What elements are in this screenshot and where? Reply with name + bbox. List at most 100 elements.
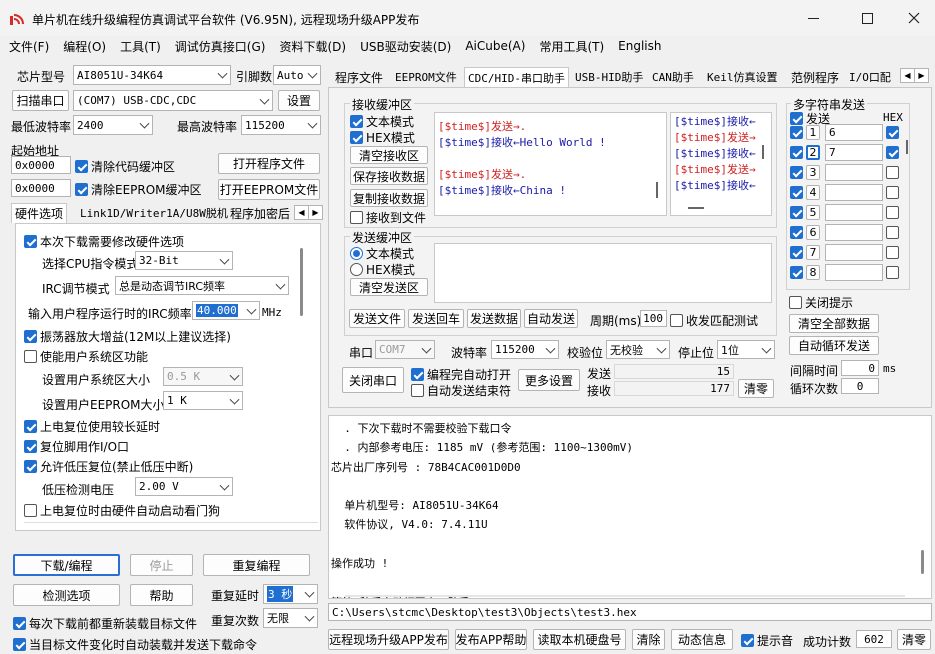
menu-item[interactable]: English <box>618 39 661 53</box>
multi-row-number[interactable]: 5 <box>806 205 820 220</box>
rx-scrollbar[interactable] <box>656 182 658 198</box>
low-voltage-reset-checkbox[interactable]: 允许低压复位(禁止低压中断) <box>24 458 193 475</box>
zero-success-button[interactable]: 清零 <box>897 629 931 650</box>
auto-open-checkbox[interactable]: 编程完自动打开 <box>411 366 511 383</box>
multi-row-hex-checkbox[interactable] <box>886 186 902 199</box>
output-log[interactable]: . 下次下载时不需要校验下载口令 . 内部参考电压: 1185 mV (参考范围… <box>328 415 932 599</box>
publish-app-button[interactable]: 远程现场升级APP发布 <box>328 629 449 650</box>
multi-row-number[interactable]: 4 <box>806 185 820 200</box>
tab-can[interactable]: CAN助手 <box>649 67 697 87</box>
multi-row-hex-checkbox[interactable] <box>886 166 902 179</box>
rx-hex-scrollbar[interactable] <box>762 145 764 159</box>
cpu-mode-select[interactable]: 32-Bit <box>135 251 233 270</box>
multi-row-hex-checkbox[interactable] <box>886 226 902 239</box>
osc-gain-checkbox[interactable]: 振荡器放大增益(12M以上建议选择) <box>24 328 231 345</box>
read-disk-id-button[interactable]: 读取本机硬盘号 <box>533 629 626 650</box>
right-tab-scroll-left-icon[interactable]: ◀ <box>900 68 915 83</box>
multi-row-hex-checkbox[interactable] <box>886 206 902 219</box>
tab-usb-hid[interactable]: USB-HID助手 <box>572 67 646 87</box>
multi-row-text-field[interactable]: 7 <box>825 144 883 161</box>
period-field[interactable]: 100 <box>640 310 667 327</box>
dynamic-info-button[interactable]: 动态信息 <box>671 629 733 650</box>
multi-row-text-field[interactable] <box>825 184 883 201</box>
menu-item[interactable]: 文件(F) <box>9 38 49 55</box>
code-address-field[interactable]: 0x0000 <box>11 156 71 174</box>
send-file-button[interactable]: 发送文件 <box>349 309 405 328</box>
menu-item[interactable]: 调试仿真接口(G) <box>175 38 266 55</box>
save-rx-button[interactable]: 保存接收数据 <box>350 167 428 185</box>
log-scrollbar[interactable] <box>921 550 924 574</box>
rx-hex-mode-checkbox[interactable]: HEX模式 <box>350 129 415 146</box>
stop-bits-select[interactable]: 1位 <box>717 340 775 359</box>
multi-row-send-checkbox[interactable] <box>790 166 806 179</box>
reprogram-button[interactable]: 重复编程 <box>203 554 310 576</box>
multi-row-number[interactable]: 8 <box>806 265 820 280</box>
loop-count-field[interactable]: 0 <box>841 378 879 394</box>
clear-tx-button[interactable]: 清空发送区 <box>350 278 428 296</box>
menu-item[interactable]: USB驱动安装(D) <box>360 38 451 55</box>
multi-row-hex-checkbox[interactable] <box>886 266 902 279</box>
download-button[interactable]: 下载/编程 <box>13 554 120 576</box>
tab-examples[interactable]: 范例程序 <box>788 67 842 87</box>
menu-item[interactable]: 资料下载(D) <box>279 38 346 55</box>
hardware-options-scrollbar[interactable] <box>300 248 303 316</box>
tab-scroll-left-icon[interactable]: ◀ <box>294 205 309 220</box>
menu-item[interactable]: AiCube(A) <box>465 39 525 53</box>
chip-type-select[interactable]: AI8051U-34K64 <box>73 65 231 85</box>
multi-row-text-field[interactable] <box>825 204 883 221</box>
scan-port-button[interactable]: 扫描串口 <box>12 90 69 111</box>
clear-all-data-button[interactable]: 清空全部数据 <box>789 314 879 333</box>
tab-io-config[interactable]: I/O口配 <box>846 67 894 87</box>
irc-mode-select[interactable]: 总是动态调节IRC频率 <box>115 276 289 295</box>
beep-checkbox[interactable]: 提示音 <box>741 632 793 649</box>
tx-text-area[interactable] <box>434 243 772 303</box>
serial-port-select[interactable]: COM7 <box>375 340 435 359</box>
tab-offline-writer[interactable]: Link1D/Writer1A/U8W脱机 <box>77 203 231 223</box>
tab-eeprom-file[interactable]: EEPROM文件 <box>392 67 460 87</box>
multi-scrollbar[interactable] <box>906 140 908 154</box>
log-hscrollbar[interactable] <box>345 595 905 597</box>
maximize-button[interactable] <box>862 13 873 24</box>
tab-program-encrypt[interactable]: 程序加密后 <box>227 203 293 223</box>
multi-row-hex-checkbox[interactable] <box>886 146 902 159</box>
tab-hardware-options[interactable]: 硬件选项 <box>11 203 68 223</box>
pin-count-select[interactable]: Auto <box>273 65 321 85</box>
tab-program-file[interactable]: 程序文件 <box>332 67 386 87</box>
rx-hex-hscrollbar[interactable] <box>688 207 704 209</box>
interval-field[interactable]: 0 <box>841 360 879 376</box>
hw-panel-hscroll[interactable] <box>24 522 318 527</box>
tx-text-mode-radio[interactable]: 文本模式 <box>350 245 414 262</box>
parity-select[interactable]: 无校验 <box>606 340 670 359</box>
user-sys-size-select[interactable]: 0.5 K <box>163 367 243 386</box>
multi-row-hex-checkbox[interactable] <box>886 246 902 259</box>
clear-log-button[interactable]: 清除 <box>632 629 665 650</box>
open-program-file-button[interactable]: 打开程序文件 <box>218 153 320 174</box>
multi-row-number[interactable]: 7 <box>806 245 820 260</box>
detect-options-button[interactable]: 检测选项 <box>13 584 120 606</box>
menu-item[interactable]: 工具(T) <box>120 38 161 55</box>
multi-row-text-field[interactable] <box>825 244 883 261</box>
match-test-checkbox[interactable]: 收发匹配测试 <box>670 312 758 329</box>
repeat-count-select[interactable]: 无限 <box>263 608 318 628</box>
publish-help-button[interactable]: 发布APP帮助 <box>455 629 527 650</box>
reset-as-io-checkbox[interactable]: 复位脚用作I/O口 <box>24 438 129 455</box>
irc-freq-input[interactable]: 40.000 <box>192 301 260 320</box>
modify-hw-options-checkbox[interactable]: 本次下载需要修改硬件选项 <box>24 233 184 250</box>
close-port-button[interactable]: 关闭串口 <box>342 367 404 393</box>
stop-button[interactable]: 停止 <box>130 554 193 576</box>
rx-text-mode-checkbox[interactable]: 文本模式 <box>350 113 414 130</box>
multi-row-number[interactable]: 1 <box>806 125 820 140</box>
menu-item[interactable]: 编程(O) <box>63 38 106 55</box>
max-baud-select[interactable]: 115200 <box>241 115 321 135</box>
tab-serial-assistant[interactable]: CDC/HID-串口助手 <box>464 67 569 87</box>
multi-row-number[interactable]: 2 <box>806 145 820 160</box>
clear-rx-button[interactable]: 清空接收区 <box>350 146 428 164</box>
multi-row-send-checkbox[interactable] <box>790 146 806 159</box>
help-button[interactable]: 帮助 <box>130 584 193 606</box>
multi-row-number[interactable]: 6 <box>806 225 820 240</box>
multi-row-send-checkbox[interactable] <box>790 186 806 199</box>
multi-row-send-checkbox[interactable] <box>790 246 806 259</box>
close-hint-checkbox[interactable]: 关闭提示 <box>789 294 853 311</box>
right-tab-scroll-right-icon[interactable]: ▶ <box>914 68 929 83</box>
tab-keil-sim[interactable]: Keil仿真设置 <box>704 67 781 87</box>
